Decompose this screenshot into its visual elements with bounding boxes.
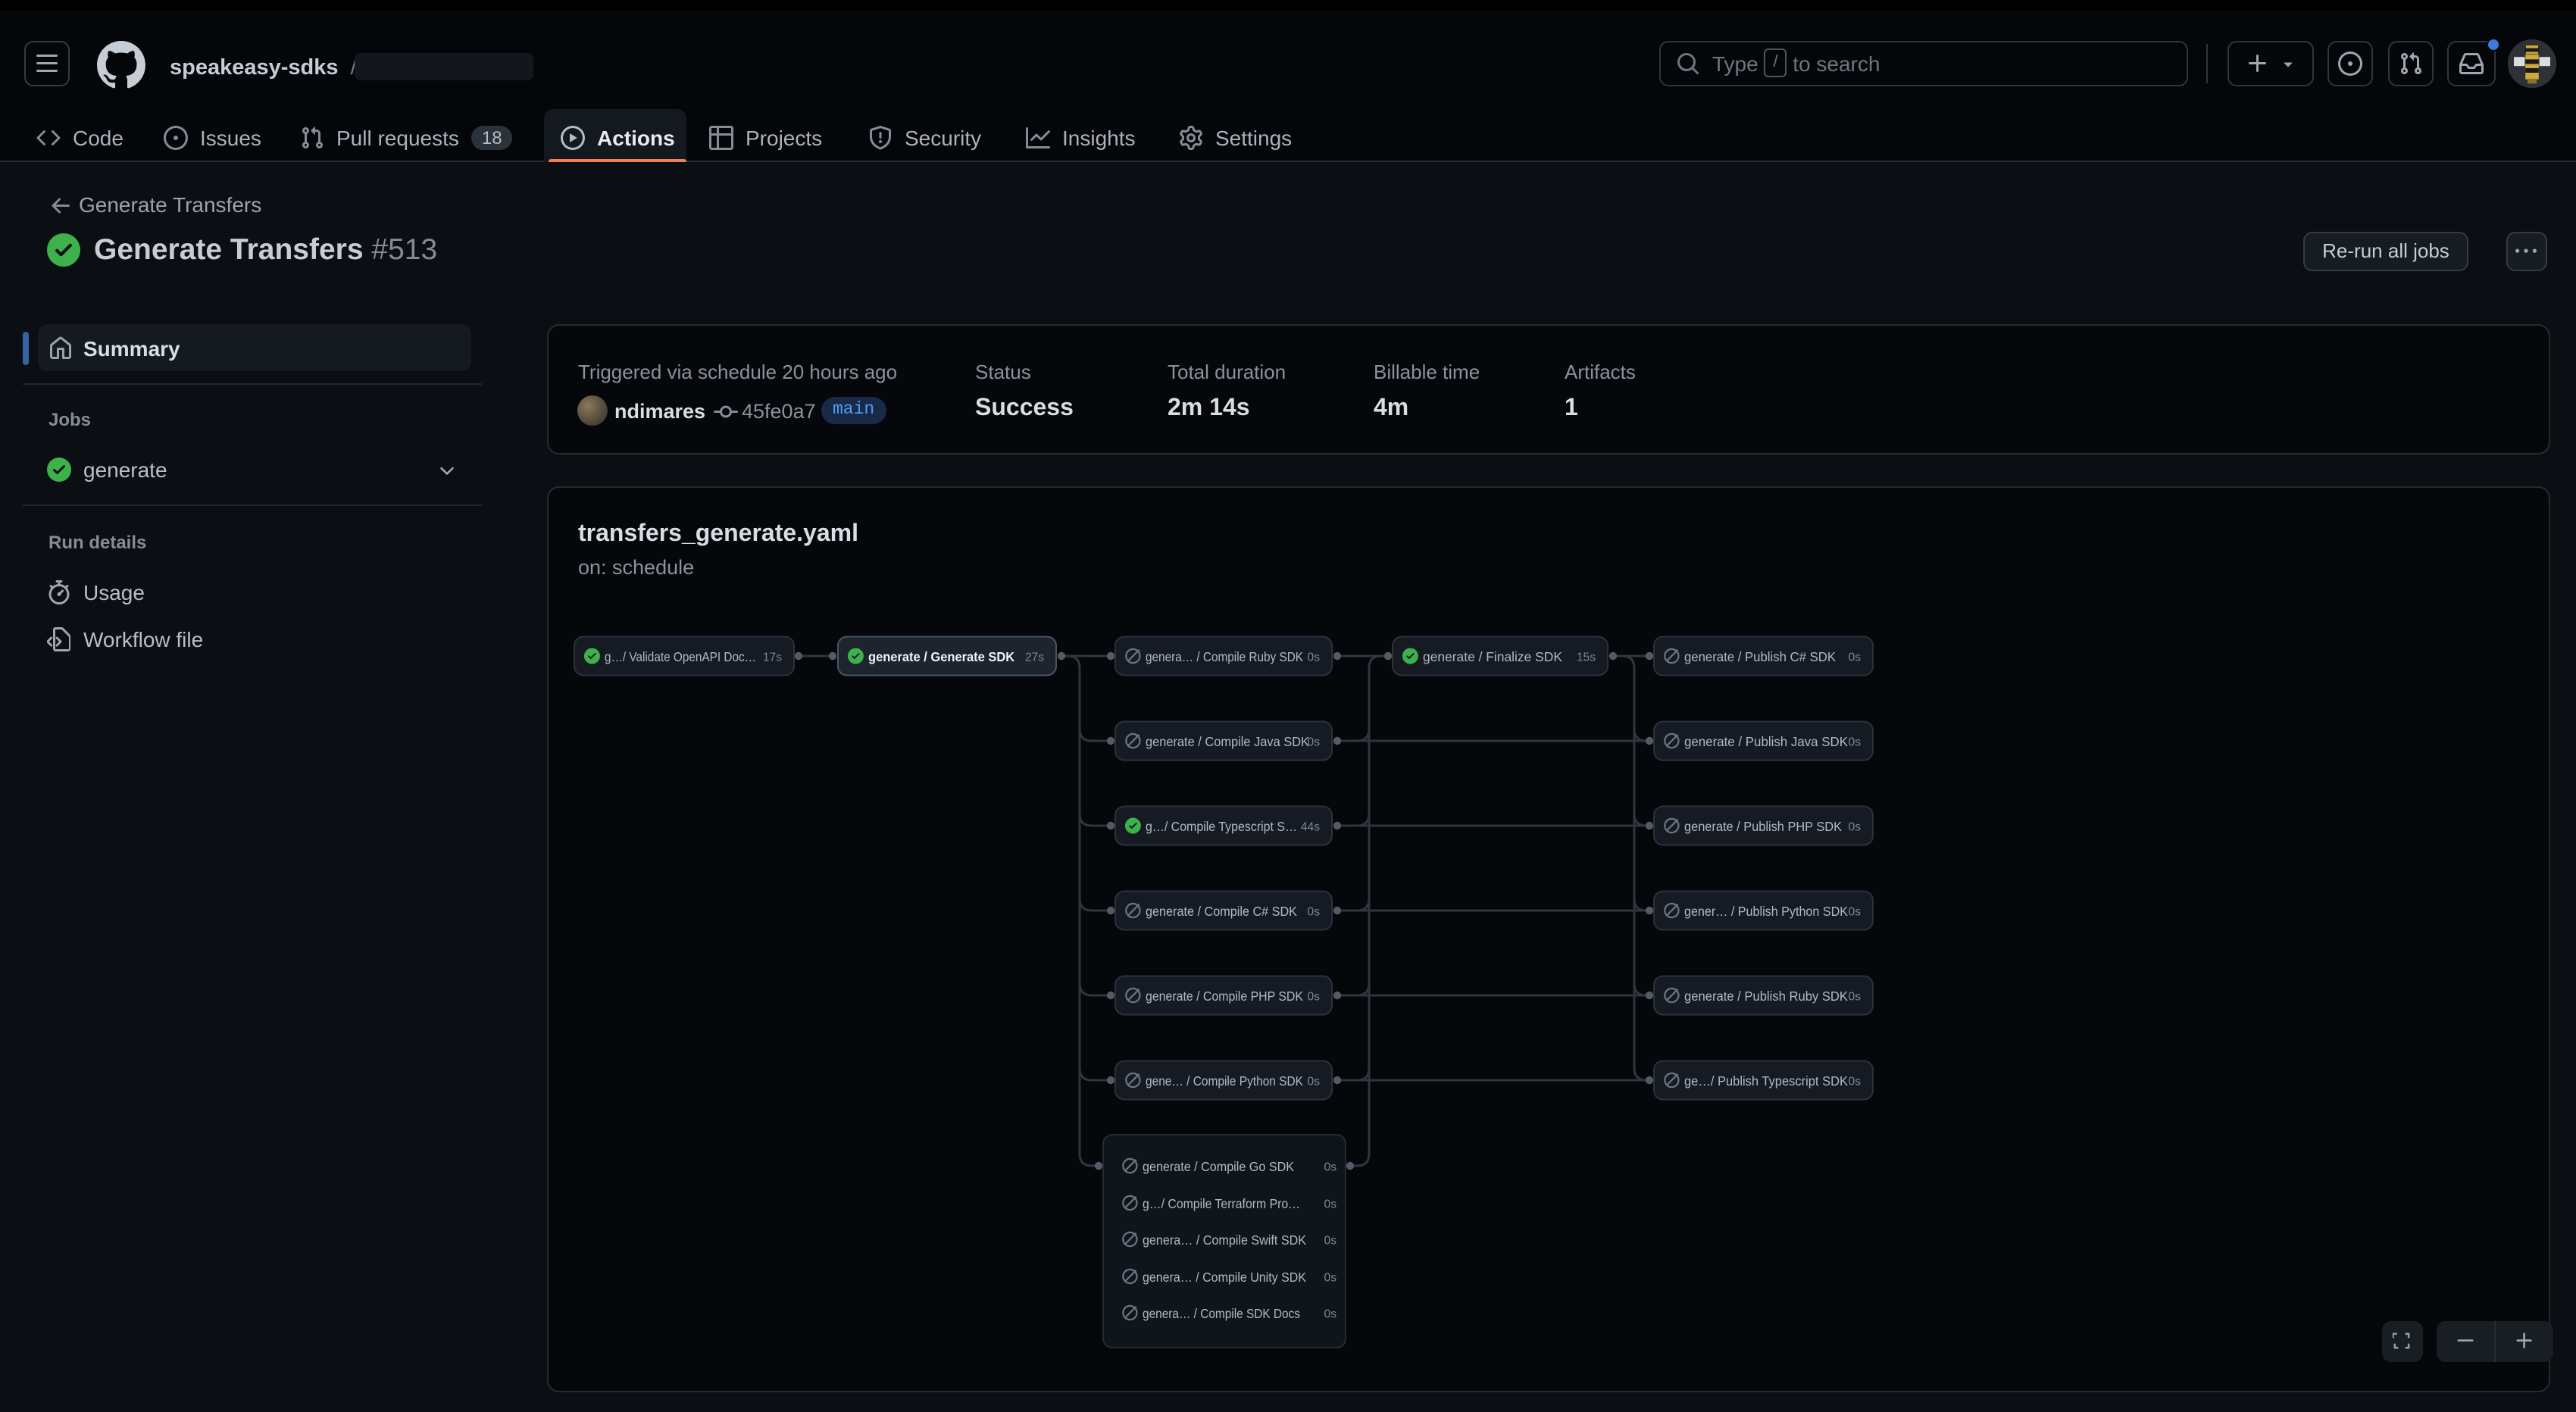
svg-text:generate / Finalize SDK: generate / Finalize SDK <box>1423 649 1563 664</box>
svg-text:0s: 0s <box>1308 990 1321 1003</box>
svg-text:generate / Publish Java SDK: generate / Publish Java SDK <box>1684 734 1849 749</box>
svg-text:0s: 0s <box>1324 1307 1337 1320</box>
svg-text:generate / Compile C# SDK: generate / Compile C# SDK <box>1146 904 1297 919</box>
svg-text:genera… / Compile Swift SDK: genera… / Compile Swift SDK <box>1143 1232 1306 1248</box>
svg-text:17s: 17s <box>763 651 782 664</box>
svg-text:g…/ Compile Typescript S…: g…/ Compile Typescript S… <box>1146 819 1297 834</box>
svg-text:generate / Publish C# SDK: generate / Publish C# SDK <box>1684 649 1837 664</box>
svg-text:ge…/ Publish Typescript SDK: ge…/ Publish Typescript SDK <box>1684 1073 1849 1089</box>
svg-text:gene… / Compile Python SDK: gene… / Compile Python SDK <box>1146 1073 1303 1089</box>
svg-text:0s: 0s <box>1849 1075 1862 1088</box>
svg-text:44s: 44s <box>1301 820 1320 833</box>
svg-text:generate / Compile PHP SDK: generate / Compile PHP SDK <box>1146 989 1303 1004</box>
svg-text:gener… / Publish Python SDK: gener… / Publish Python SDK <box>1684 904 1848 919</box>
svg-text:generate / Publish PHP SDK: generate / Publish PHP SDK <box>1684 819 1842 834</box>
svg-text:0s: 0s <box>1849 651 1862 664</box>
svg-text:generate / Publish Ruby SDK: generate / Publish Ruby SDK <box>1684 989 1849 1004</box>
svg-text:genera… / Compile Unity SDK: genera… / Compile Unity SDK <box>1143 1270 1306 1285</box>
svg-text:0s: 0s <box>1308 905 1321 918</box>
svg-text:0s: 0s <box>1308 736 1321 748</box>
svg-text:g…/ Compile Terraform Pro…: g…/ Compile Terraform Pro… <box>1143 1196 1300 1211</box>
svg-text:0s: 0s <box>1324 1271 1337 1284</box>
svg-text:genera… / Compile Ruby SDK: genera… / Compile Ruby SDK <box>1146 649 1303 664</box>
svg-text:genera… / Compile SDK Docs: genera… / Compile SDK Docs <box>1143 1306 1300 1321</box>
svg-text:0s: 0s <box>1308 651 1321 664</box>
svg-text:generate / Generate SDK: generate / Generate SDK <box>868 649 1015 664</box>
svg-text:g…/ Validate OpenAPI Doc…: g…/ Validate OpenAPI Doc… <box>605 649 756 664</box>
svg-text:27s: 27s <box>1025 651 1044 664</box>
svg-text:0s: 0s <box>1849 820 1862 833</box>
svg-text:15s: 15s <box>1577 651 1596 664</box>
svg-text:generate / Compile Go SDK: generate / Compile Go SDK <box>1143 1159 1294 1174</box>
svg-text:0s: 0s <box>1324 1161 1337 1173</box>
svg-text:0s: 0s <box>1308 1075 1321 1088</box>
svg-text:0s: 0s <box>1324 1198 1337 1211</box>
svg-text:0s: 0s <box>1849 736 1862 748</box>
svg-text:0s: 0s <box>1324 1234 1337 1247</box>
svg-text:0s: 0s <box>1849 990 1862 1003</box>
svg-text:0s: 0s <box>1849 905 1862 918</box>
svg-text:generate / Compile Java SDK: generate / Compile Java SDK <box>1146 734 1310 749</box>
